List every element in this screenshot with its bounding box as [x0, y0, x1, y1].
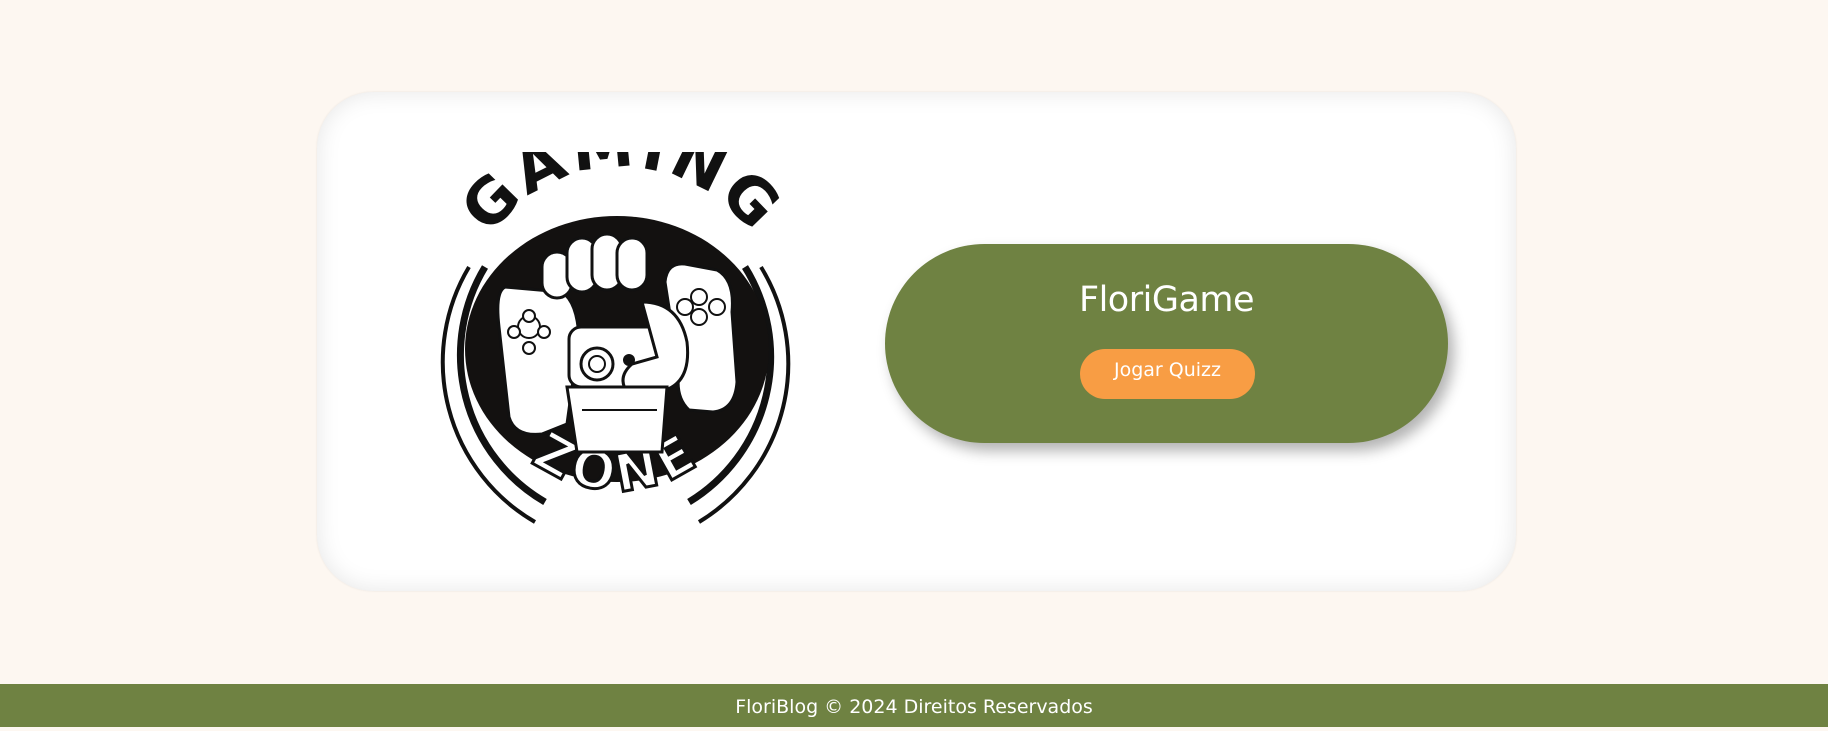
game-card: GAMING ZONE — [317, 92, 1516, 591]
left-controller-icon — [496, 285, 581, 436]
florigame-panel: FloriGame Jogar Quizz — [885, 244, 1448, 443]
play-quiz-button[interactable]: Jogar Quizz — [1080, 349, 1255, 399]
gaming-zone-logo-image: GAMING ZONE — [440, 107, 793, 524]
footer-text: FloriBlog © 2024 Direitos Reservados — [735, 696, 1093, 718]
gaming-zone-logo: GAMING ZONE — [417, 107, 817, 542]
footer: FloriBlog © 2024 Direitos Reservados — [0, 684, 1828, 727]
game-title: FloriGame — [1078, 280, 1255, 320]
